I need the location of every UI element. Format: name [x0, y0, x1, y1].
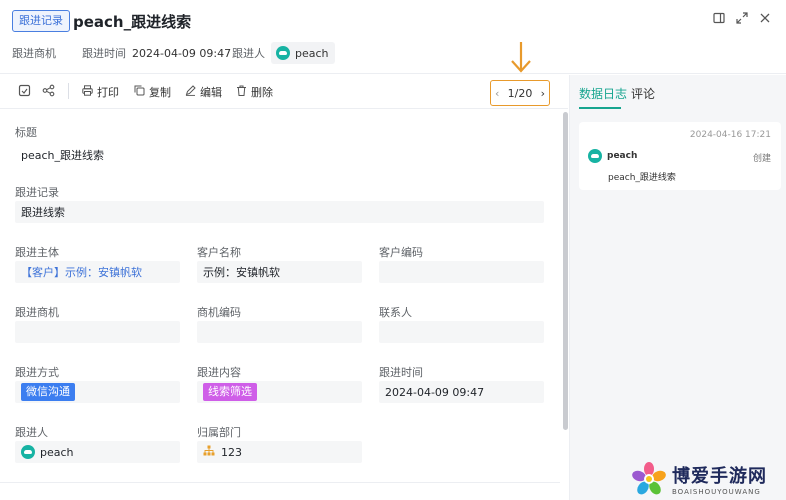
person-label: 跟进人 [15, 426, 48, 439]
department-field[interactable]: 123 [197, 441, 362, 463]
meta-time: 跟进时间 2024-04-09 09:47 [82, 42, 231, 64]
toolbar-divider [68, 83, 69, 99]
department-label: 归属部门 [197, 426, 241, 439]
record-form: 标题 peach_跟进线索 跟进记录 跟进线索 跟进主体 【客户】示例：安镇帆软… [0, 110, 560, 500]
log-entry: 2024-04-16 17:21 peach 创建 peach_跟进线索 [579, 122, 781, 190]
flower-logo-icon [632, 462, 666, 495]
print-label: 打印 [97, 86, 119, 99]
meta-time-label: 跟进时间 [82, 47, 126, 60]
record-type-badge: 跟进记录 [12, 10, 70, 32]
delete-button[interactable]: 删除 [236, 84, 273, 100]
trash-icon [236, 85, 247, 99]
person-value: peach [40, 445, 74, 459]
down-arrow-icon [511, 42, 531, 73]
record-label: 跟进记录 [15, 186, 59, 199]
opportunity-code-field[interactable] [197, 321, 362, 343]
meta-opportunity-label: 跟进商机 [12, 47, 56, 60]
copy-button[interactable]: 复制 [134, 84, 171, 100]
customer-name-field[interactable]: 示例：安镇帆软 [197, 261, 362, 283]
record-pager: ‹ 1/20 › [490, 80, 550, 106]
watermark-title: 博爱手游网 [672, 466, 767, 487]
followup-time-label: 跟进时间 [379, 366, 423, 379]
org-chart-icon [203, 445, 215, 459]
meta-opportunity: 跟进商机 [12, 42, 56, 64]
active-tab-indicator [579, 107, 621, 109]
avatar [21, 445, 35, 459]
tab-data-log[interactable]: 数据日志 [579, 85, 627, 102]
meta-person-value: peach [295, 46, 329, 60]
page-title: peach_跟进线索 [73, 13, 192, 31]
watermark-subtitle: BOAISHOUYOUWANG [672, 488, 761, 496]
opportunity-label: 跟进商机 [15, 306, 59, 319]
log-user-name: peach [607, 151, 638, 161]
customer-name-value: 示例：安镇帆软 [203, 266, 280, 279]
content-label: 跟进内容 [197, 366, 241, 379]
side-panel: 数据日志 评论 2024-04-16 17:21 peach 创建 peach_… [569, 75, 786, 500]
avatar [588, 149, 602, 163]
site-watermark: 博爱手游网 BOAISHOUYOUWANG [632, 462, 786, 500]
chevron-right-icon[interactable]: › [541, 87, 545, 100]
tab-comments[interactable]: 评论 [631, 85, 655, 102]
customer-name-label: 客户名称 [197, 246, 241, 259]
contact-field[interactable] [379, 321, 544, 343]
panel-toggle-icon[interactable] [711, 12, 727, 28]
edit-button[interactable]: 编辑 [185, 84, 222, 100]
pencil-icon [185, 85, 196, 99]
title-label: 标题 [15, 126, 37, 139]
log-user: peach [588, 149, 637, 163]
record-field[interactable]: 跟进线索 [15, 201, 544, 223]
avatar [276, 46, 290, 60]
share-icon[interactable] [41, 84, 55, 98]
customer-code-label: 客户编码 [379, 246, 423, 259]
method-field[interactable]: 微信沟通 [15, 381, 180, 403]
contact-label: 联系人 [379, 306, 412, 319]
subject-link[interactable]: 【客户】示例：安镇帆软 [21, 264, 142, 280]
subject-field[interactable]: 【客户】示例：安镇帆软 [15, 261, 180, 283]
title-value: peach_跟进线索 [21, 149, 105, 162]
subject-label: 跟进主体 [15, 246, 59, 259]
chevron-left-icon[interactable]: ‹ [495, 87, 499, 100]
record-value: 跟进线索 [21, 206, 65, 219]
note-icon[interactable] [17, 84, 31, 98]
opportunity-field[interactable] [15, 321, 180, 343]
meta-person: 跟进人 peach [232, 42, 335, 64]
meta-person-label: 跟进人 [232, 47, 265, 60]
delete-label: 删除 [251, 86, 273, 99]
person-field[interactable]: peach [15, 441, 180, 463]
divider [0, 482, 560, 483]
followup-time-field[interactable]: 2024-04-09 09:47 [379, 381, 544, 403]
log-action: 创建 [752, 154, 771, 164]
copy-icon [134, 85, 145, 99]
close-icon[interactable] [757, 12, 773, 28]
method-label: 跟进方式 [15, 366, 59, 379]
customer-code-field[interactable] [379, 261, 544, 283]
followup-time-value: 2024-04-09 09:47 [385, 385, 485, 399]
edit-label: 编辑 [200, 86, 222, 99]
printer-icon [82, 85, 93, 99]
opportunity-code-label: 商机编码 [197, 306, 241, 319]
expand-icon[interactable] [734, 12, 750, 28]
person-chip[interactable]: peach [271, 42, 335, 64]
copy-label: 复制 [149, 86, 171, 99]
scrollbar-thumb[interactable] [563, 112, 568, 430]
method-tag: 微信沟通 [21, 383, 75, 401]
content-field[interactable]: 线索筛选 [197, 381, 362, 403]
print-button[interactable]: 打印 [82, 84, 119, 100]
log-time: 2024-04-16 17:21 [689, 130, 771, 140]
log-text: peach_跟进线索 [608, 173, 676, 183]
record-header: 跟进记录 peach_跟进线索 跟进商机 跟进时间 2024-04-09 09:… [0, 0, 786, 74]
toolbar: 打印 复制 编辑 删除 [0, 75, 568, 109]
department-value: 123 [221, 445, 242, 459]
meta-time-value: 2024-04-09 09:47 [132, 46, 232, 60]
pager-text: 1/20 [507, 86, 533, 100]
content-tag: 线索筛选 [203, 383, 257, 401]
